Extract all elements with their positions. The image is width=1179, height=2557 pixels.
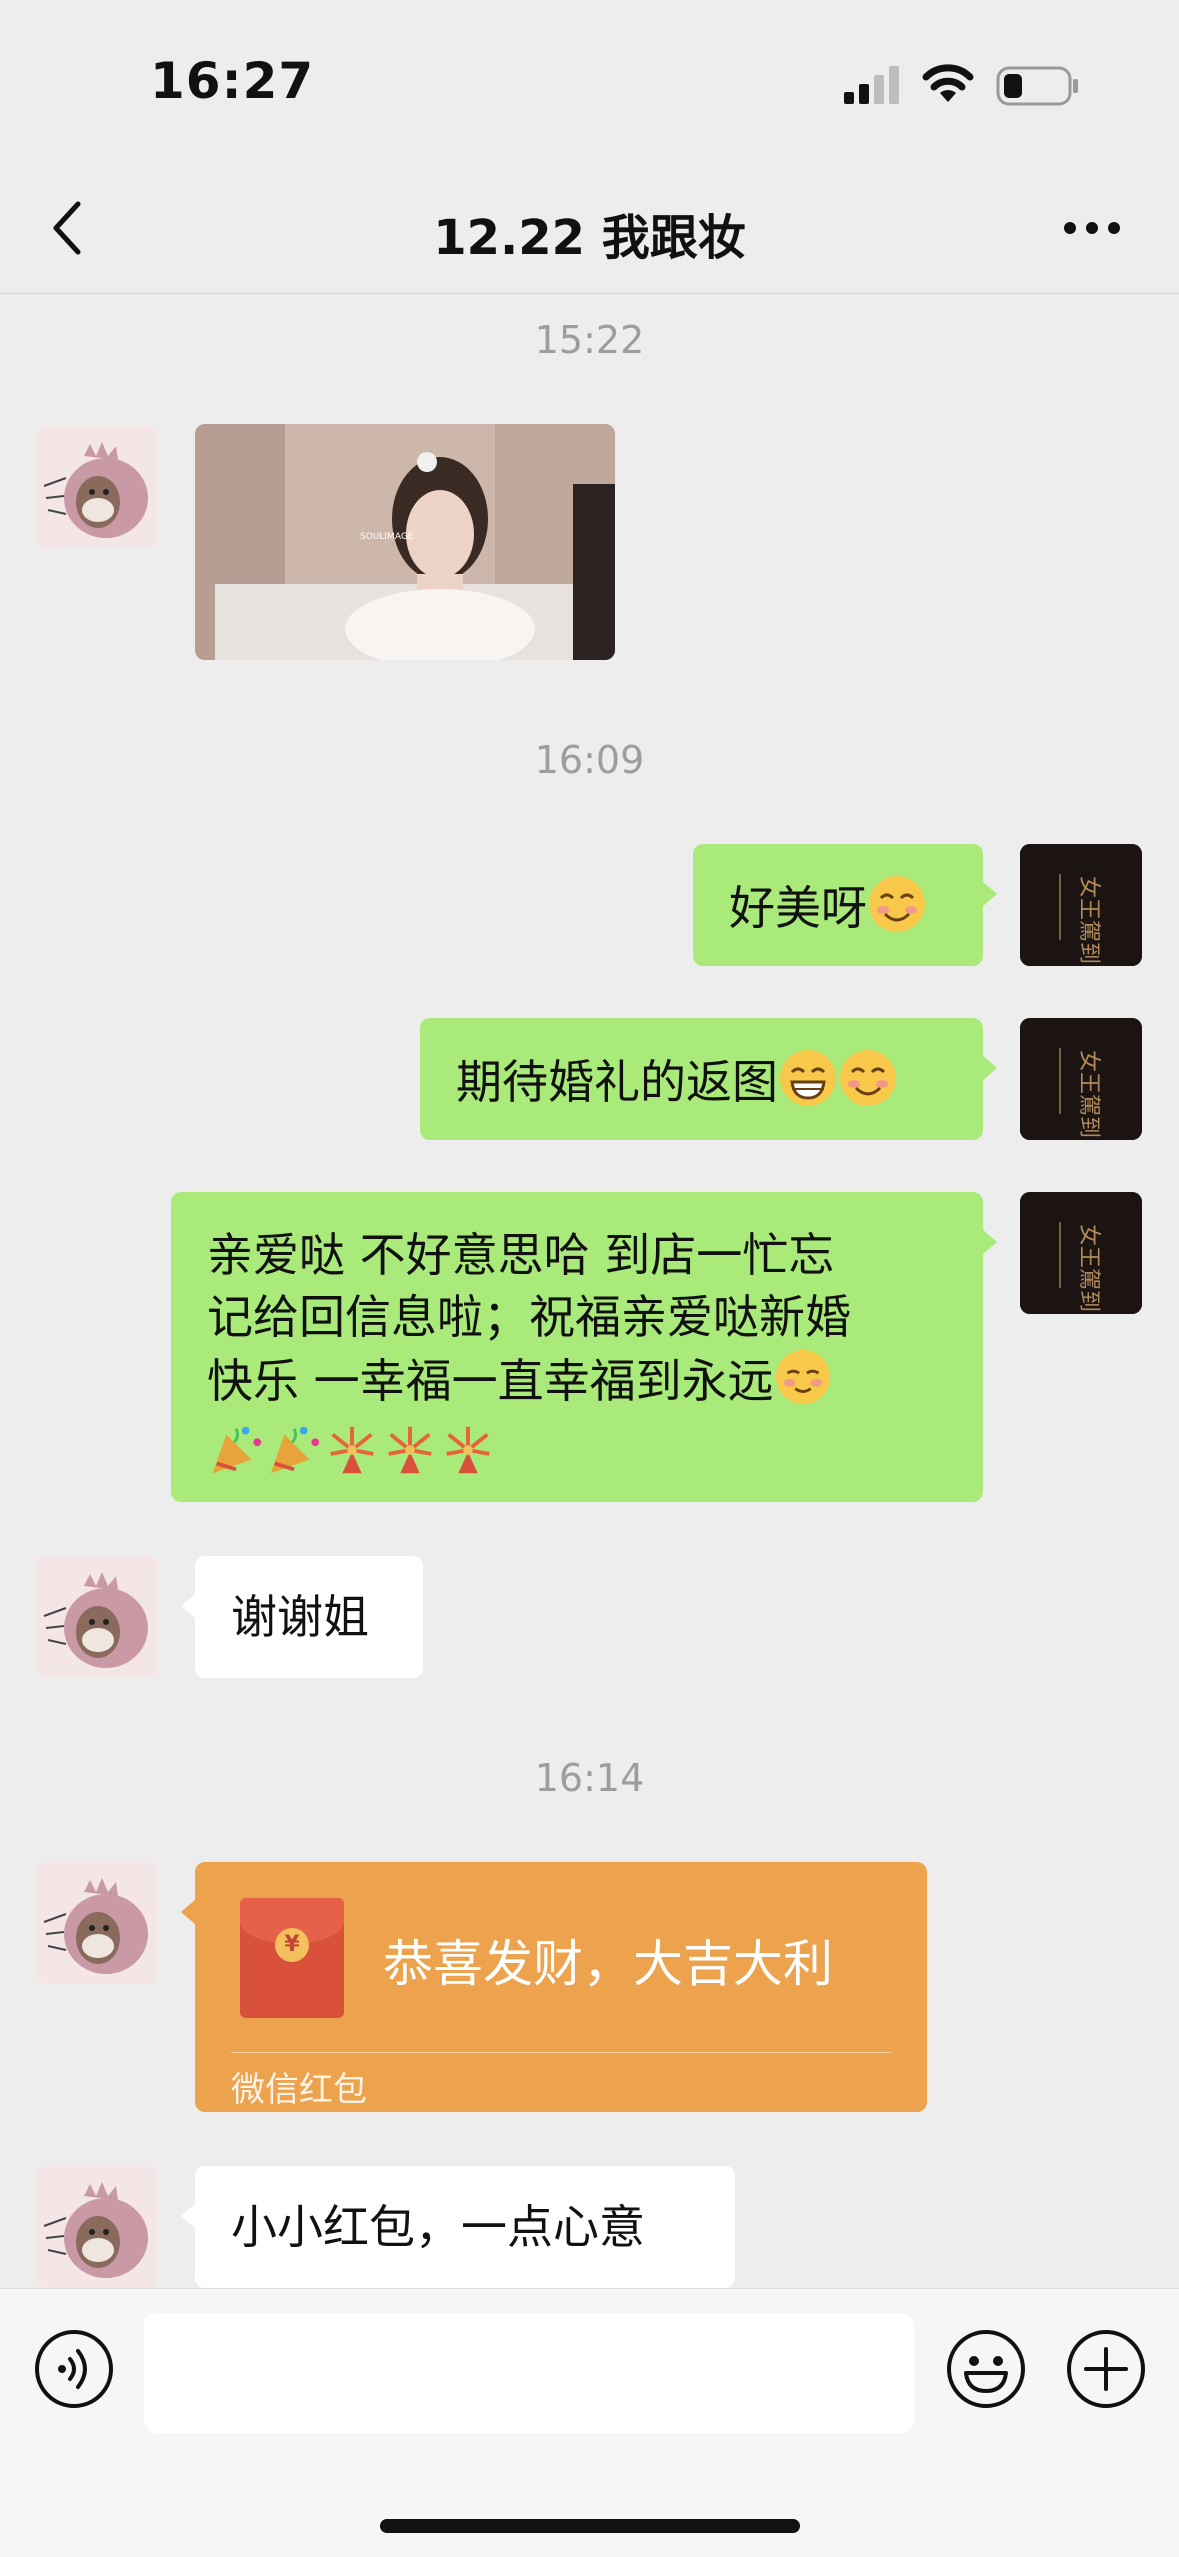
brand-logo-text: 女王駕到: [1076, 876, 1101, 964]
chat-title: 12.22 我跟妆: [433, 210, 746, 266]
message-text: 期待婚礼的返图: [456, 1055, 778, 1109]
message-timestamp: 16:14: [534, 1756, 645, 1800]
message-text-line: 亲爱哒 不好意思哈 到店一忙忘: [207, 1228, 835, 1282]
my-avatar[interactable]: 女王駕到: [1020, 844, 1142, 966]
party-popper-emoji-icon: [207, 1421, 265, 1494]
brand-logo-icon: 女王駕到: [1020, 1018, 1142, 1140]
fireworks-emoji-icon: [381, 1421, 439, 1494]
blushing-smile-emoji-icon: [774, 1348, 832, 1421]
party-popper-emoji-icon: [265, 1421, 323, 1494]
smiling-face-emoji-icon: [867, 874, 927, 949]
cartoon-dinosaur-icon: [43, 2182, 148, 2278]
brand-logo-icon: 女王駕到: [1020, 844, 1142, 966]
message-bubble-received[interactable]: 小小红包，一点心意: [181, 2166, 735, 2288]
fireworks-emoji-icon: [439, 1421, 497, 1494]
voice-input-icon[interactable]: [34, 2329, 114, 2409]
smiling-face-emoji-icon: [838, 1048, 898, 1123]
contact-avatar[interactable]: [36, 1862, 158, 1984]
red-envelope-icon: ¥: [240, 1898, 344, 2018]
message-timestamp: 15:22: [534, 318, 645, 362]
brand-logo-text: 女王駕到: [1076, 1050, 1101, 1138]
my-avatar[interactable]: 女王駕到: [1020, 1018, 1142, 1140]
message-text: 好美呀: [729, 881, 867, 935]
message-text-line: 快乐 一幸福一直幸福到永远: [207, 1354, 774, 1408]
brand-logo-icon: 女王駕到: [1020, 1192, 1142, 1314]
message-bubble-received[interactable]: 谢谢姐: [181, 1556, 423, 1678]
image-message[interactable]: SOULIMAGE: [195, 424, 615, 660]
emoji-face-icon[interactable]: [946, 2329, 1026, 2409]
red-packet-label: 微信红包: [231, 2070, 367, 2110]
cartoon-dinosaur-icon: [43, 1878, 148, 1974]
fireworks-emoji-icon: [323, 1421, 381, 1494]
message-bubble-sent[interactable]: 亲爱哒 不好意思哈 到店一忙忘 记给回信息啦；祝福亲爱哒新婚 快乐 一幸福一直幸…: [171, 1192, 997, 1502]
message-text-line: 记给回信息啦；祝福亲爱哒新婚: [207, 1290, 851, 1344]
battery-icon: [996, 66, 1078, 106]
bride-makeup-photo: SOULIMAGE: [195, 424, 615, 660]
message-bubble-sent[interactable]: 期待婚礼的返图: [420, 1018, 997, 1140]
cartoon-dinosaur-icon: [43, 442, 148, 538]
red-packet-message[interactable]: ¥ 恭喜发财，大吉大利 微信红包: [181, 1862, 927, 2112]
plus-more-icon[interactable]: [1066, 2329, 1146, 2409]
message-timestamp: 16:09: [534, 738, 645, 782]
message-input[interactable]: [144, 2313, 914, 2433]
status-bar: 16:27: [0, 0, 1179, 160]
red-packet-divider: [231, 2052, 891, 2053]
nav-bar: 12.22 我跟妆: [0, 160, 1179, 294]
yuan-coin-icon: ¥: [275, 1928, 309, 1962]
cellular-signal-icon: [844, 66, 899, 104]
wifi-icon: [922, 64, 974, 102]
brand-logo-text: 女王駕到: [1076, 1224, 1101, 1312]
my-avatar[interactable]: 女王駕到: [1020, 1192, 1142, 1314]
message-text: 小小红包，一点心意: [231, 2200, 645, 2254]
home-indicator[interactable]: [380, 2519, 800, 2533]
photo-watermark: SOULIMAGE: [360, 532, 414, 542]
more-options-icon[interactable]: [1062, 218, 1122, 238]
contact-avatar[interactable]: [36, 2166, 158, 2288]
message-bubble-sent[interactable]: 好美呀: [693, 844, 997, 966]
cartoon-dinosaur-icon: [43, 1572, 148, 1668]
message-text: 谢谢姐: [231, 1590, 369, 1644]
status-time: 16:27: [150, 52, 315, 110]
contact-avatar[interactable]: [36, 426, 158, 548]
contact-avatar[interactable]: [36, 1556, 158, 1678]
red-packet-greeting: 恭喜发财，大吉大利: [383, 1935, 833, 1993]
input-bar: [0, 2288, 1179, 2557]
grinning-face-emoji-icon: [778, 1048, 838, 1123]
